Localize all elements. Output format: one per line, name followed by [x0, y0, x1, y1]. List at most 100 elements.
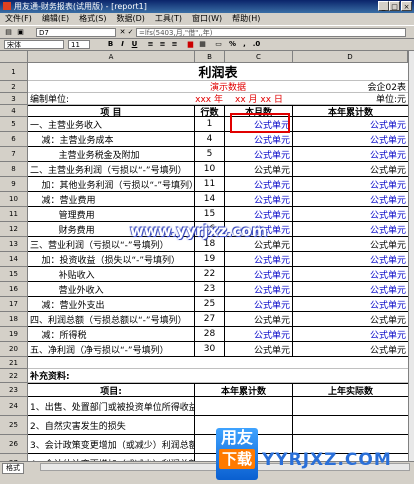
- menu-tools[interactable]: 工具(T): [150, 13, 187, 25]
- row-item[interactable]: 加：其他业务利润（亏损以“-”号填列）: [28, 177, 195, 191]
- header-line-no[interactable]: 行数: [195, 106, 225, 116]
- row-this-month[interactable]: 公式单元: [225, 192, 293, 206]
- row-line-no[interactable]: 11: [195, 177, 225, 191]
- row-header-25[interactable]: 25: [0, 416, 28, 435]
- menu-file[interactable]: 文件(F): [0, 13, 37, 25]
- supplement-title[interactable]: 补充资料:: [28, 369, 195, 382]
- italic-button[interactable]: I: [118, 40, 127, 49]
- row-ytd[interactable]: 公式单元: [293, 237, 408, 251]
- row-header-8[interactable]: 8: [0, 162, 28, 177]
- row-header-20[interactable]: 20: [0, 342, 28, 357]
- confirm-icon[interactable]: ✓: [126, 28, 135, 37]
- supp-row-item[interactable]: 4、会计估计变更增加（或减少）利润总额: [28, 454, 195, 461]
- row-line-no[interactable]: 22: [195, 267, 225, 281]
- row-header-26[interactable]: 26: [0, 435, 28, 454]
- row-item[interactable]: 减：主营业务成本: [28, 132, 195, 146]
- row-header-1[interactable]: 1: [0, 63, 28, 81]
- menu-window[interactable]: 窗口(W): [187, 13, 227, 25]
- maximize-button[interactable]: □: [389, 1, 400, 11]
- row-header-6[interactable]: 6: [0, 132, 28, 147]
- row-this-month[interactable]: 公式单元: [225, 297, 293, 311]
- sheet-tab[interactable]: 格式: [2, 463, 24, 474]
- row-header-2[interactable]: 2: [0, 81, 28, 93]
- date-year[interactable]: xxxx 年: [195, 93, 225, 104]
- cell-reference-box[interactable]: D7: [36, 28, 116, 37]
- row-ytd[interactable]: 公式单元: [293, 297, 408, 311]
- row-header-15[interactable]: 15: [0, 267, 28, 282]
- row-item[interactable]: 加：投资收益（损失以“-”号填列）: [28, 252, 195, 266]
- merge-icon[interactable]: ▭: [214, 40, 223, 49]
- row-line-no[interactable]: 23: [195, 282, 225, 296]
- row-item[interactable]: 减：营业外支出: [28, 297, 195, 311]
- currency-unit[interactable]: 单位:元: [293, 93, 408, 104]
- row-header-9[interactable]: 9: [0, 177, 28, 192]
- row-ytd[interactable]: 公式单元: [293, 342, 408, 356]
- row-header-27[interactable]: 27: [0, 454, 28, 461]
- row-item[interactable]: 二、主营业务利润（亏损以“-”号填列）: [28, 162, 195, 176]
- row-this-month[interactable]: 公式单元: [225, 282, 293, 296]
- row-item[interactable]: 减：营业费用: [28, 192, 195, 206]
- menu-edit[interactable]: 编辑(E): [37, 13, 74, 25]
- row-item[interactable]: 补贴收入: [28, 267, 195, 281]
- row-ytd[interactable]: 公式单元: [293, 252, 408, 266]
- fill-color-icon[interactable]: ▆: [186, 40, 195, 49]
- column-header-a[interactable]: A: [28, 51, 195, 63]
- row-header-22[interactable]: 22: [0, 369, 28, 383]
- row-ytd[interactable]: 公式单元: [293, 147, 408, 161]
- row-ytd[interactable]: 公式单元: [293, 192, 408, 206]
- row-this-month[interactable]: 公式单元: [225, 132, 293, 146]
- menu-format[interactable]: 格式(S): [74, 13, 111, 25]
- menu-help[interactable]: 帮助(H): [227, 13, 265, 25]
- row-ytd[interactable]: 公式单元: [293, 177, 408, 191]
- decimal-icon[interactable]: .0: [252, 40, 261, 49]
- row-header-18[interactable]: 18: [0, 312, 28, 327]
- supp-header-item[interactable]: 项目:: [28, 384, 195, 396]
- row-line-no[interactable]: 15: [195, 207, 225, 221]
- row-this-month[interactable]: 公式单元: [225, 267, 293, 281]
- row-ytd[interactable]: 公式单元: [293, 207, 408, 221]
- row-header-13[interactable]: 13: [0, 237, 28, 252]
- column-header-c[interactable]: C: [225, 51, 293, 63]
- font-size-select[interactable]: 11: [68, 40, 90, 49]
- align-right-icon[interactable]: ≡: [170, 40, 179, 49]
- supp-row-item[interactable]: 2、自然灾害发生的损失: [28, 416, 195, 434]
- row-header-12[interactable]: 12: [0, 222, 28, 237]
- row-line-no[interactable]: 30: [195, 342, 225, 356]
- close-button[interactable]: ×: [401, 1, 412, 11]
- supp-row-prev[interactable]: [293, 397, 408, 415]
- row-ytd[interactable]: 公式单元: [293, 267, 408, 281]
- demo-data-label[interactable]: 演示数据: [188, 81, 268, 92]
- supp-row-prev[interactable]: [293, 416, 408, 434]
- formula-input[interactable]: =lfs(5403,月,"借",,年): [136, 28, 406, 37]
- row-header-7[interactable]: 7: [0, 147, 28, 162]
- row-line-no[interactable]: 1: [195, 117, 225, 131]
- minimize-button[interactable]: _: [378, 1, 389, 11]
- header-ytd[interactable]: 本年累计数: [293, 106, 408, 117]
- form-code[interactable]: 会企02表: [293, 81, 408, 92]
- row-item[interactable]: 营业外收入: [28, 282, 195, 296]
- row-item[interactable]: 五、净利润（净亏损以“-”号填列）: [28, 342, 195, 356]
- row-this-month[interactable]: 公式单元: [225, 312, 293, 326]
- row-ytd[interactable]: 公式单元: [293, 132, 408, 146]
- row-this-month[interactable]: 公式单元: [225, 162, 293, 176]
- row-ytd[interactable]: 公式单元: [293, 222, 408, 236]
- row-header-23[interactable]: 23: [0, 383, 28, 397]
- row-this-month[interactable]: 公式单元: [225, 147, 293, 161]
- row-line-no[interactable]: 14: [195, 192, 225, 206]
- save-icon[interactable]: ▣: [16, 28, 25, 37]
- row-header-24[interactable]: 24: [0, 397, 28, 416]
- open-icon[interactable]: ▤: [4, 28, 13, 37]
- corner-select[interactable]: [0, 51, 28, 63]
- row-header-10[interactable]: 10: [0, 192, 28, 207]
- row-ytd[interactable]: 公式单元: [293, 162, 408, 176]
- row-line-no[interactable]: 10: [195, 162, 225, 176]
- row-line-no[interactable]: 5: [195, 147, 225, 161]
- report-title[interactable]: 利润表: [28, 63, 408, 80]
- border-icon[interactable]: ▦: [198, 40, 207, 49]
- comma-icon[interactable]: ,: [240, 40, 249, 49]
- row-header-17[interactable]: 17: [0, 297, 28, 312]
- supp-header-prev[interactable]: 上年实际数: [293, 384, 408, 397]
- row-item[interactable]: 四、利润总额（亏损总额以“-”号填列）: [28, 312, 195, 326]
- row-this-month[interactable]: 公式单元: [225, 342, 293, 356]
- row-header-16[interactable]: 16: [0, 282, 28, 297]
